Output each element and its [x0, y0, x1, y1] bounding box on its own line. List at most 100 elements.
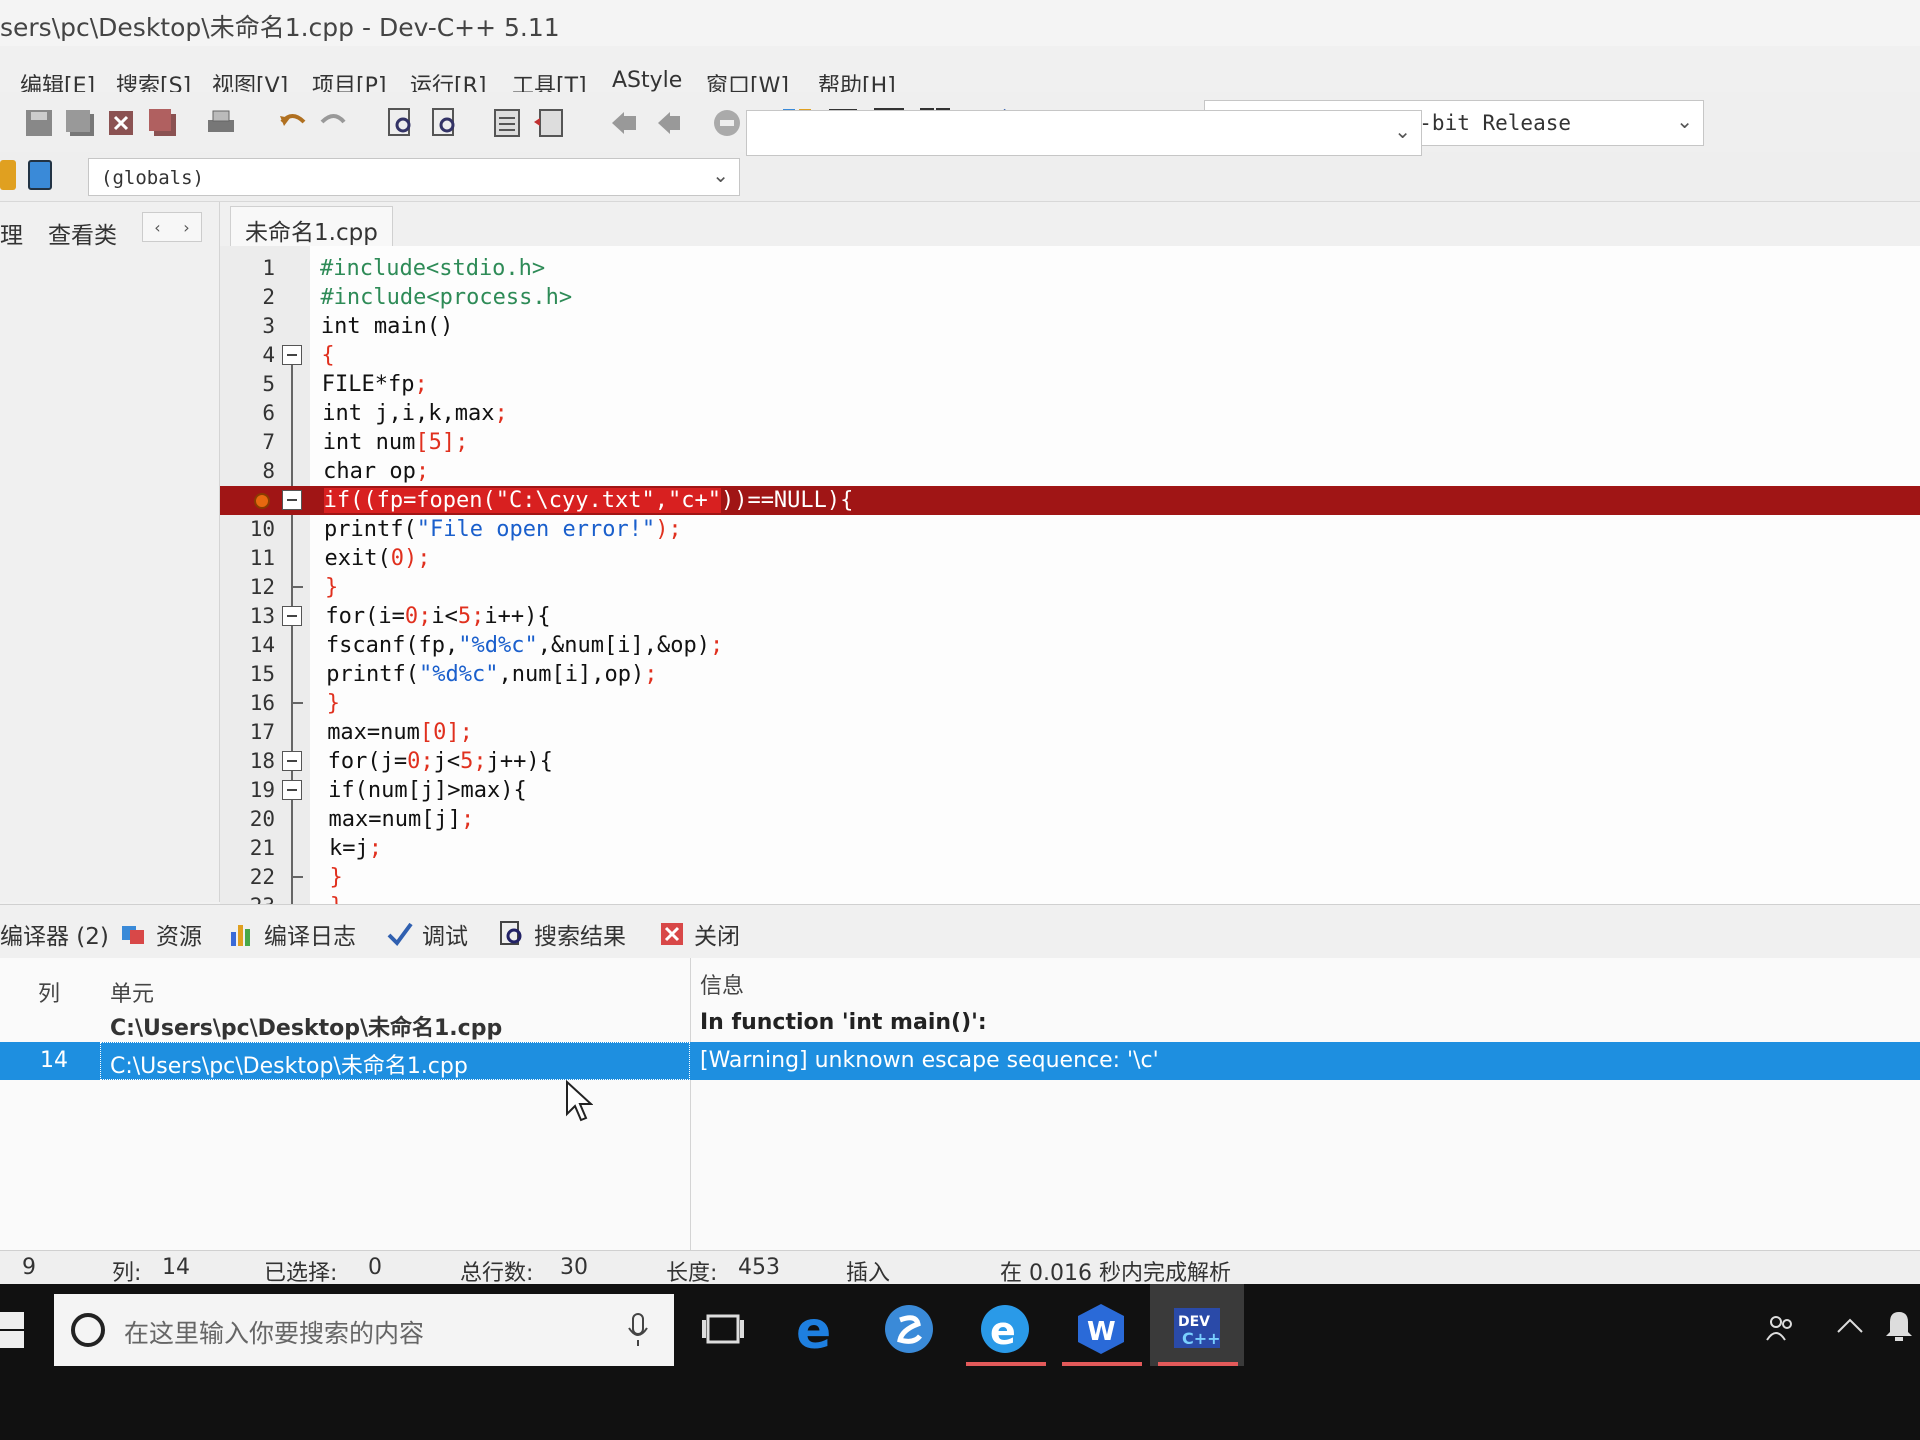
- ie-icon[interactable]: e: [976, 1300, 1034, 1358]
- print-icon[interactable]: [204, 106, 238, 140]
- code-line[interactable]: 23}: [220, 892, 1920, 904]
- code-line[interactable]: 20 max=num[j];: [220, 805, 1920, 834]
- code-line[interactable]: 3 int main(): [220, 312, 1920, 341]
- code-token: for(j=: [327, 749, 408, 774]
- code-token: ;: [494, 401, 508, 426]
- code-token: printf(: [326, 662, 420, 687]
- code-line[interactable]: 11 exit(0);: [220, 544, 1920, 573]
- chevron-down-icon: ⌄: [1394, 119, 1411, 143]
- code-token: ;: [461, 807, 475, 832]
- windows-start-icon[interactable]: [0, 1310, 26, 1350]
- redo-icon[interactable]: [316, 106, 350, 140]
- unindent-icon[interactable]: [532, 106, 566, 140]
- bookmark-next-icon[interactable]: [652, 106, 686, 140]
- code-line[interactable]: 2 #include<process.h>: [220, 283, 1920, 312]
- code-line[interactable]: 16}: [220, 689, 1920, 718]
- message-row[interactable]: C:\Users\pc\Desktop\未命名1.cpp In function…: [0, 1004, 1920, 1042]
- globals-select-value: (globals): [101, 167, 204, 189]
- tab-compiler[interactable]: 编译器 (2): [0, 917, 109, 951]
- code-line[interactable]: 19 if(num[j]>max){: [220, 776, 1920, 805]
- fold-toggle-icon[interactable]: [282, 490, 302, 510]
- code-editor[interactable]: 1 #include<stdio.h> 2 #include<process.h> 3 i…: [220, 246, 1920, 904]
- tab-compile-log[interactable]: 编译日志: [228, 917, 356, 951]
- code-text: {: [321, 343, 334, 368]
- code-line[interactable]: 10 printf("File open error!");: [220, 515, 1920, 544]
- debug-check-icon: [387, 922, 413, 947]
- replace-icon[interactable]: [428, 106, 462, 140]
- chevron-right-icon[interactable]: ›: [183, 218, 189, 237]
- edge-icon[interactable]: e: [790, 1300, 848, 1358]
- code-line[interactable]: 7 int num[5];: [220, 428, 1920, 457]
- close-file-icon[interactable]: [104, 106, 138, 140]
- tab-search-results[interactable]: 搜索结果: [498, 917, 626, 951]
- find-icon[interactable]: [384, 106, 418, 140]
- globals-select[interactable]: (globals) ⌄: [88, 158, 740, 196]
- wps-icon[interactable]: W: [1072, 1300, 1130, 1358]
- people-icon[interactable]: [1764, 1312, 1796, 1344]
- cortana-circle-icon: [71, 1313, 105, 1347]
- code-line[interactable]: 6 int j,i,k,max;: [220, 399, 1920, 428]
- code-token: int num: [322, 430, 416, 455]
- taskbar-search-box[interactable]: 在这里输入你要搜索的内容: [54, 1294, 674, 1366]
- code-token: ;: [473, 749, 487, 774]
- save-icon[interactable]: [22, 106, 56, 140]
- code-token: printf(: [324, 517, 417, 542]
- code-line[interactable]: 15 printf("%d%c",num[i],op);: [220, 660, 1920, 689]
- code-token: );: [403, 546, 431, 571]
- chevron-left-icon[interactable]: ‹: [154, 218, 160, 237]
- bookmark-prev-icon[interactable]: [608, 106, 642, 140]
- tab-debug[interactable]: 调试: [386, 917, 468, 951]
- tab-resources[interactable]: 资源: [120, 917, 202, 951]
- notification-bell-icon[interactable]: [1884, 1308, 1914, 1342]
- tab-class-browser[interactable]: 查看类: [48, 216, 117, 250]
- save-all-icon[interactable]: [64, 106, 98, 140]
- code-line[interactable]: 14 fscanf(fp,"%d%c",&num[i],&op);: [220, 631, 1920, 660]
- indent-icon[interactable]: [490, 106, 524, 140]
- code-token: "%d%c": [458, 633, 538, 658]
- code-line[interactable]: 5 FILE*fp;: [220, 370, 1920, 399]
- svg-text:e: e: [796, 1301, 831, 1358]
- sogou-browser-icon[interactable]: [880, 1300, 938, 1358]
- code-line[interactable]: 17 max=num[0];: [220, 718, 1920, 747]
- microphone-icon[interactable]: [626, 1312, 650, 1348]
- tab-close[interactable]: 关闭: [658, 917, 740, 951]
- insert-icon[interactable]: [28, 160, 52, 190]
- code-line[interactable]: 22}: [220, 863, 1920, 892]
- toggle-bookmark-icon[interactable]: [710, 106, 744, 140]
- code-token: if(num[j]>max){: [328, 778, 527, 803]
- fold-toggle-icon[interactable]: [282, 345, 302, 365]
- close-all-icon[interactable]: [146, 106, 180, 140]
- breakpoint-marker-icon[interactable]: [254, 493, 270, 509]
- code-line[interactable]: 8 char op;: [220, 457, 1920, 486]
- code-line[interactable]: 12}: [220, 573, 1920, 602]
- menu-astyle[interactable]: AStyle: [612, 68, 682, 93]
- project-panel: 理 查看类 ‹ ›: [0, 202, 220, 902]
- code-line[interactable]: 18 for(j=0;j<5;j++){: [220, 747, 1920, 776]
- tab-project-manager[interactable]: 理: [0, 216, 23, 250]
- fold-toggle-icon[interactable]: [282, 751, 302, 771]
- code-token: {: [321, 343, 335, 368]
- code-token: int main(): [320, 314, 454, 339]
- tab-untitled1[interactable]: 未命名1.cpp: [230, 206, 393, 246]
- code-text: fscanf(fp,"%d%c",&num[i],&op);: [326, 633, 723, 658]
- code-token: ;: [414, 372, 428, 397]
- code-token: 0: [407, 749, 421, 774]
- menu-bar: 编辑[E] 搜索[S] 视图[V] 项目[P] 运行[R] 工具[T] ASty…: [0, 46, 1920, 99]
- code-line[interactable]: 1 #include<stdio.h>: [220, 254, 1920, 283]
- code-token: i++){: [484, 604, 551, 629]
- message-row-selected[interactable]: 14 C:\Users\pc\Desktop\未命名1.cpp [Warning…: [0, 1042, 1920, 1080]
- code-text: }: [325, 575, 338, 600]
- code-line[interactable]: 13 for(i=0;i<5;i++){: [220, 602, 1920, 631]
- task-view-icon[interactable]: [694, 1300, 752, 1358]
- code-line[interactable]: 21 k=j;: [220, 834, 1920, 863]
- chevron-up-icon[interactable]: [1836, 1316, 1864, 1336]
- code-line-error[interactable]: if((fp=fopen("C:\cyy.txt","c+"))==NULL){: [220, 486, 1920, 515]
- fold-toggle-icon[interactable]: [282, 780, 302, 800]
- members-select[interactable]: ⌄: [746, 110, 1422, 156]
- undo-icon[interactable]: [276, 106, 310, 140]
- code-line[interactable]: 4{: [220, 341, 1920, 370]
- fold-toggle-icon[interactable]: [282, 606, 302, 626]
- class-icon[interactable]: [0, 160, 16, 190]
- devcpp-icon[interactable]: DEVC++: [1168, 1300, 1226, 1358]
- code-token: ;: [418, 604, 432, 629]
